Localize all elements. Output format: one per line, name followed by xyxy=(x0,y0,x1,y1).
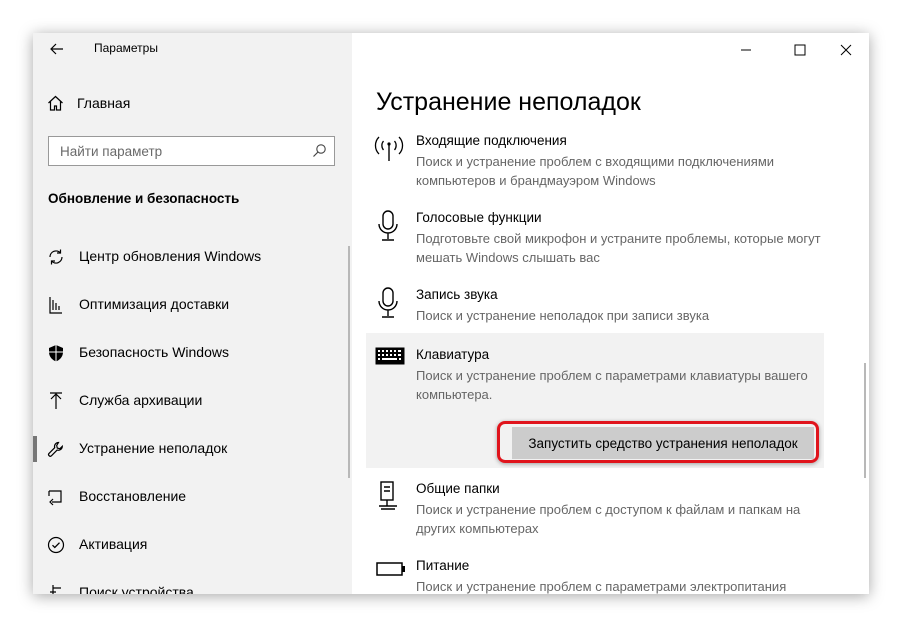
sidebar-nav: Центр обновления Windows Оптимизация дос… xyxy=(33,233,352,594)
antenna-icon xyxy=(374,133,404,166)
sidebar-item-recovery[interactable]: Восстановление xyxy=(33,473,352,521)
wrench-icon xyxy=(47,440,65,458)
item-desc: Поиск и устранение проблем с входящими п… xyxy=(416,154,775,188)
keyboard-icon xyxy=(375,347,405,370)
sidebar-item-troubleshoot[interactable]: Устранение неполадок xyxy=(33,425,352,473)
item-desc: Подготовьте свой микрофон и устраните пр… xyxy=(416,231,821,265)
sidebar-item-label: Центр обновления Windows xyxy=(79,248,262,264)
sidebar-item-find-device[interactable]: Поиск устройства xyxy=(33,569,352,594)
shared-folder-icon xyxy=(378,481,398,518)
list-item-voice[interactable]: Голосовые функции Подготовьте свой микро… xyxy=(366,210,824,272)
window-title: Параметры xyxy=(94,41,158,55)
section-title: Обновление и безопасность xyxy=(48,191,240,206)
item-name: Запись звука xyxy=(416,287,498,302)
sidebar: Параметры Главная Найти параметр Обновле… xyxy=(33,33,352,594)
item-name: Клавиатура xyxy=(416,347,490,362)
find-device-icon xyxy=(47,584,65,594)
run-troubleshooter-button[interactable]: Запустить средство устранения неполадок xyxy=(512,427,814,459)
item-name: Голосовые функции xyxy=(416,210,542,225)
settings-window: Параметры Главная Найти параметр Обновле… xyxy=(33,33,869,594)
maximize-icon[interactable] xyxy=(790,40,810,60)
delivery-icon xyxy=(47,296,65,314)
page-title: Устранение неполадок xyxy=(376,88,641,116)
list-item-incoming-connections[interactable]: Входящие подключения Поиск и устранение … xyxy=(366,133,824,195)
back-arrow-icon[interactable] xyxy=(47,39,67,59)
home-icon xyxy=(48,95,63,111)
list-item-audio-recording[interactable]: Запись звука Поиск и устранение неполадо… xyxy=(366,287,824,333)
close-icon[interactable] xyxy=(836,40,856,60)
minimize-icon[interactable] xyxy=(736,40,756,60)
battery-icon xyxy=(376,562,406,581)
check-circle-icon xyxy=(47,536,65,554)
sidebar-item-security[interactable]: Безопасность Windows xyxy=(33,329,352,377)
main-scrollbar[interactable] xyxy=(864,363,866,478)
list-item-keyboard[interactable]: Клавиатура Поиск и устранение проблем с … xyxy=(366,333,824,468)
sidebar-item-label: Восстановление xyxy=(79,488,187,504)
list-item-power[interactable]: Питание Поиск и устранение проблем с пар… xyxy=(366,558,824,594)
sidebar-item-label: Безопасность Windows xyxy=(79,344,229,360)
item-name: Общие папки xyxy=(416,481,500,496)
sidebar-item-delivery[interactable]: Оптимизация доставки xyxy=(33,281,352,329)
microphone-icon xyxy=(377,287,399,324)
sidebar-scrollbar[interactable] xyxy=(348,246,350,478)
refresh-icon xyxy=(47,248,65,266)
sidebar-item-backup[interactable]: Служба архивации xyxy=(33,377,352,425)
sidebar-item-label: Поиск устройства xyxy=(79,584,194,594)
sidebar-item-label: Активация xyxy=(79,536,148,552)
sidebar-item-label: Устранение неполадок xyxy=(79,440,228,456)
item-desc: Поиск и устранение проблем с параметрами… xyxy=(416,368,808,402)
sidebar-item-activation[interactable]: Активация xyxy=(33,521,352,569)
shield-icon xyxy=(47,344,65,362)
search-input[interactable]: Найти параметр xyxy=(48,136,335,166)
list-item-shared-folders[interactable]: Общие папки Поиск и устранение проблем с… xyxy=(366,481,824,543)
search-icon[interactable] xyxy=(312,143,327,163)
item-name: Входящие подключения xyxy=(416,133,567,148)
sidebar-item-label: Оптимизация доставки xyxy=(79,296,230,312)
main-content: Устранение неполадок Входящие подключени… xyxy=(352,33,869,594)
item-desc: Поиск и устранение неполадок при записи … xyxy=(416,308,710,323)
sidebar-item-windows-update[interactable]: Центр обновления Windows xyxy=(33,233,352,281)
item-name: Питание xyxy=(416,558,470,573)
microphone-icon xyxy=(377,210,399,247)
recovery-icon xyxy=(47,488,65,506)
sidebar-item-label: Служба архивации xyxy=(79,392,203,408)
item-desc: Поиск и устранение проблем с доступом к … xyxy=(416,502,801,536)
home-label: Главная xyxy=(77,95,131,111)
item-desc: Поиск и устранение проблем с параметрами… xyxy=(416,579,787,594)
sidebar-home[interactable]: Главная xyxy=(47,95,130,111)
search-placeholder: Найти параметр xyxy=(60,144,163,159)
upload-icon xyxy=(47,392,65,410)
